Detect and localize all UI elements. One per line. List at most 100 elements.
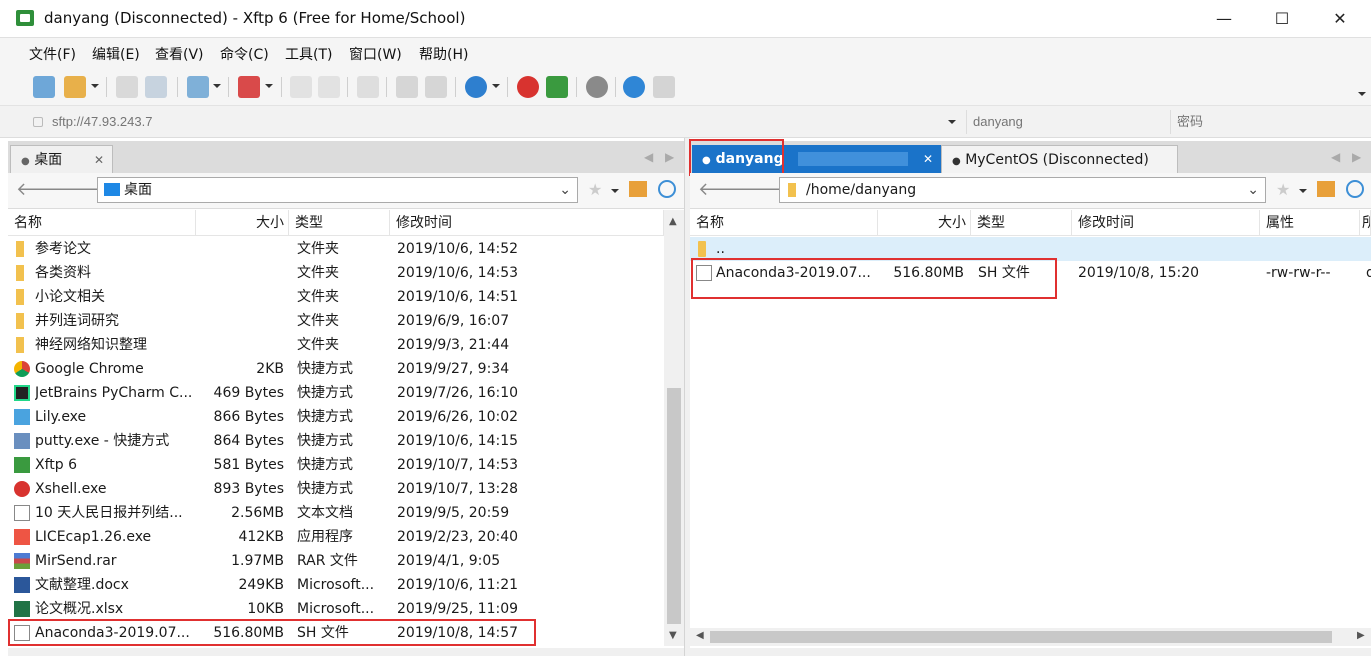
row-name: MirSend.rar <box>35 553 117 569</box>
menu-view[interactable]: 查看(V) <box>155 44 204 64</box>
chevron-down-icon[interactable] <box>611 189 619 193</box>
view-icon[interactable] <box>187 76 209 98</box>
globe-icon[interactable] <box>465 76 487 98</box>
file-row[interactable]: putty.exe - 快捷方式 864 Bytes 快捷方式 2019/10/6, … <box>8 429 664 453</box>
scroll-down-icon[interactable]: ▼ <box>669 630 677 641</box>
xftp-icon[interactable] <box>546 76 568 98</box>
new-session-icon[interactable] <box>33 76 55 98</box>
username-input[interactable] <box>966 110 1166 134</box>
star-icon[interactable]: ★ <box>588 180 602 199</box>
col-owner[interactable]: 所 <box>1360 210 1371 236</box>
menu-edit[interactable]: 编辑(E) <box>92 44 140 64</box>
row-name: Lily.exe <box>35 409 87 425</box>
file-row[interactable]: MirSend.rar 1.97MB RAR 文件 2019/4/1, 9:05 <box>8 549 664 573</box>
file-row[interactable]: 小论文相关 文件夹 2019/10/6, 14:51 <box>8 285 664 309</box>
menu-window[interactable]: 窗口(W) <box>349 44 402 64</box>
help-icon[interactable] <box>623 76 645 98</box>
home-folder-icon[interactable] <box>1317 181 1335 197</box>
file-row[interactable]: 并列连词研究 文件夹 2019/6/9, 16:07 <box>8 309 664 333</box>
chevron-down-icon[interactable] <box>492 84 500 88</box>
chevron-down-icon[interactable]: ⌄ <box>1247 178 1259 202</box>
menu-help[interactable]: 帮助(H) <box>419 44 468 64</box>
close-icon[interactable]: ✕ <box>923 145 933 173</box>
file-row[interactable]: LICEcap1.26.exe 412KB 应用程序 2019/2/23, 20:40 <box>8 525 664 549</box>
password-input[interactable] <box>1170 110 1365 134</box>
paste-icon[interactable] <box>318 76 340 98</box>
tab-scroll-right-icon[interactable]: ▶ <box>665 150 674 164</box>
file-row[interactable]: Xftp 6 581 Bytes 快捷方式 2019/10/7, 14:53 <box>8 453 664 477</box>
download-icon[interactable] <box>425 76 447 98</box>
col-attributes[interactable]: 属性 <box>1260 210 1360 236</box>
col-name[interactable]: 名称 <box>8 210 196 236</box>
minimize-button[interactable]: — <box>1201 4 1247 34</box>
open-folder-icon[interactable] <box>64 76 86 98</box>
file-row[interactable]: 参考论文 文件夹 2019/10/6, 14:52 <box>8 237 664 261</box>
row-owner: d <box>1366 265 1371 281</box>
file-row[interactable]: JetBrains PyCharm C... 469 Bytes 快捷方式 2019/… <box>8 381 664 405</box>
tab-mycentos[interactable]: ● MyCentOS (Disconnected) <box>941 145 1178 173</box>
row-type: 文件夹 <box>297 265 339 281</box>
close-button[interactable]: ✕ <box>1317 4 1363 34</box>
host-url-input[interactable] <box>46 110 936 134</box>
menu-tools[interactable]: 工具(T) <box>285 44 332 64</box>
col-mtime[interactable]: 修改时间 <box>1072 210 1260 236</box>
file-row[interactable]: 10 天人民日报并列结... 2.56MB 文本文档 2019/9/5, 20:59 <box>8 501 664 525</box>
file-row[interactable]: Xshell.exe 893 Bytes 快捷方式 2019/10/7, 13:28 <box>8 477 664 501</box>
chevron-down-icon[interactable]: ⌄ <box>559 178 571 202</box>
tab-scroll-left-icon[interactable]: ◀ <box>1331 150 1340 164</box>
file-row[interactable]: 各类资料 文件夹 2019/10/6, 14:53 <box>8 261 664 285</box>
col-mtime[interactable]: 修改时间 <box>390 210 664 236</box>
highlight-box-active-tab <box>689 139 784 176</box>
chevron-down-icon[interactable] <box>91 84 99 88</box>
xshell-icon[interactable] <box>517 76 539 98</box>
col-name[interactable]: 名称 <box>690 210 878 236</box>
file-row[interactable]: Lily.exe 866 Bytes 快捷方式 2019/6/26, 10:02 <box>8 405 664 429</box>
row-type: 快捷方式 <box>297 409 353 425</box>
terminal-icon[interactable] <box>238 76 260 98</box>
chevron-down-icon[interactable] <box>948 120 956 124</box>
refresh-icon[interactable] <box>1346 180 1364 198</box>
word-icon <box>14 577 30 593</box>
upload-icon[interactable] <box>396 76 418 98</box>
menu-file[interactable]: 文件(F) <box>29 44 76 64</box>
left-path-box[interactable]: 桌面 ⌄ <box>97 177 578 203</box>
row-name: Google Chrome <box>35 361 144 377</box>
refresh-icon[interactable] <box>658 180 676 198</box>
chevron-down-icon[interactable] <box>213 84 221 88</box>
col-type[interactable]: 类型 <box>971 210 1072 236</box>
disconnect-icon[interactable] <box>116 76 138 98</box>
col-size[interactable]: 大小 <box>878 210 971 236</box>
home-folder-icon[interactable] <box>629 181 647 197</box>
file-row[interactable]: 神经网络知识整理 文件夹 2019/9/3, 21:44 <box>8 333 664 357</box>
tab-desktop[interactable]: ● 桌面 ✕ <box>10 145 113 173</box>
scroll-left-icon[interactable]: ◀ <box>696 630 704 641</box>
col-size[interactable]: 大小 <box>196 210 289 236</box>
col-type[interactable]: 类型 <box>289 210 390 236</box>
file-row[interactable]: 论文概况.xlsx 10KB Microsoft... 2019/9/25, 11:0… <box>8 597 664 621</box>
close-icon[interactable]: ✕ <box>94 146 104 174</box>
right-path-box[interactable]: /home/danyang ⌄ <box>779 177 1266 203</box>
right-horizontal-scrollbar[interactable]: ◀ ▶ <box>690 628 1371 646</box>
maximize-button[interactable]: ☐ <box>1259 4 1305 34</box>
file-row[interactable]: 文献整理.docx 249KB Microsoft... 2019/10/6, 11:… <box>8 573 664 597</box>
copy-icon[interactable] <box>290 76 312 98</box>
tab-scroll-right-icon[interactable]: ▶ <box>1352 150 1361 164</box>
file-row[interactable]: Google Chrome 2KB 快捷方式 2019/9/27, 9:34 <box>8 357 664 381</box>
scroll-thumb[interactable] <box>667 388 681 624</box>
tab-scroll-left-icon[interactable]: ◀ <box>644 150 653 164</box>
star-icon[interactable]: ★ <box>1276 180 1290 199</box>
toolbar-overflow-icon[interactable] <box>1358 92 1366 96</box>
scroll-up-icon[interactable]: ▲ <box>669 216 677 227</box>
chat-icon[interactable] <box>653 76 675 98</box>
title-bar: danyang (Disconnected) - Xftp 6 (Free fo… <box>0 0 1371 38</box>
chevron-down-icon[interactable] <box>265 84 273 88</box>
highlight-box-remote-file <box>691 258 1057 299</box>
settings-icon[interactable] <box>586 76 608 98</box>
transfer-icon[interactable] <box>357 76 379 98</box>
chevron-down-icon[interactable] <box>1299 189 1307 193</box>
scroll-right-icon[interactable]: ▶ <box>1357 630 1365 641</box>
reconnect-icon[interactable] <box>145 76 167 98</box>
menu-command[interactable]: 命令(C) <box>220 44 269 64</box>
left-vertical-scrollbar[interactable]: ▲ ▼ <box>664 210 684 646</box>
scroll-thumb[interactable] <box>710 631 1332 643</box>
